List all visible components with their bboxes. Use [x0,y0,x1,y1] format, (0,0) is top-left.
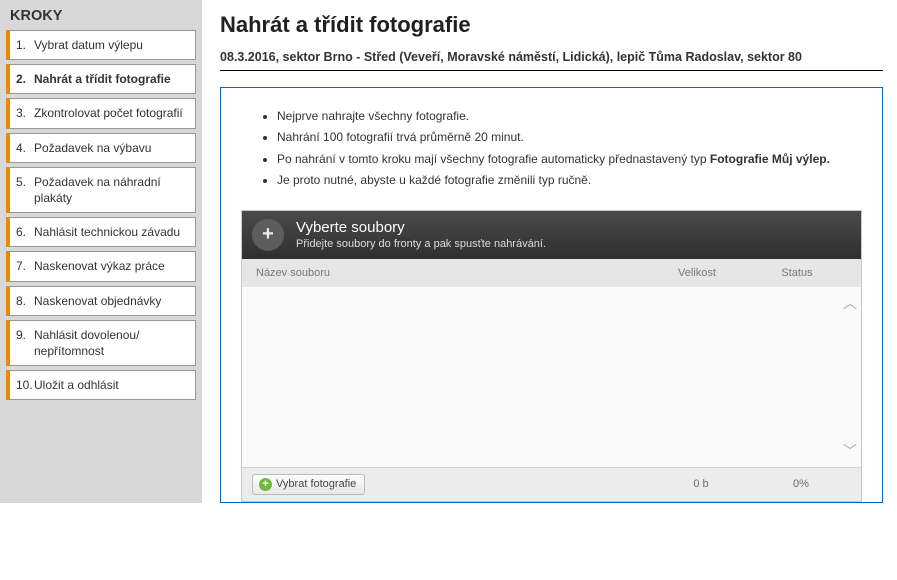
uploader-columns: Název souboru Velikost Status [242,259,861,287]
intro-list: Nejprve nahrajte všechny fotografie. Nah… [241,108,862,190]
main-content: Nahrát a třídit fotografie 08.3.2016, se… [202,0,897,503]
uploader-header-subtitle: Přidejte soubory do fronty a pak spusťte… [296,238,546,250]
sidebar-item-step-4[interactable]: 4. Požadavek na výbavu [6,133,196,163]
add-icon: + [259,478,272,491]
column-status: Status [747,267,847,279]
step-label: Uložit a odhlásit [34,377,119,393]
step-number: 6. [16,224,34,240]
sidebar-item-step-6[interactable]: 6. Nahlásit technickou závadu [6,217,196,247]
step-number: 9. [16,327,34,343]
sidebar-item-step-9[interactable]: 9. Nahlásit dovolenou/ nepřítomnost [6,320,196,366]
sidebar-item-step-2[interactable]: 2. Nahrát a třídit fotografie [6,64,196,94]
sidebar-item-step-5[interactable]: 5. Požadavek na náhradní plakáty [6,167,196,213]
step-number: 4. [16,140,34,156]
intro-item: Po nahrání v tomto kroku mají všechny fo… [277,151,862,168]
sidebar-item-step-7[interactable]: 7. Naskenovat výkaz práce [6,251,196,281]
scroll-down-icon[interactable]: ﹀ [843,441,857,461]
step-label: Nahlásit dovolenou/ nepřítomnost [34,327,189,359]
uploader-footer: + Vybrat fotografie 0 b 0% [242,467,861,501]
footer-total-size: 0 b [651,478,751,490]
uploader-header-title: Vyberte soubory [296,219,546,236]
page-title: Nahrát a třídit fotografie [220,12,883,38]
uploader: + Vyberte soubory Přidejte soubory do fr… [241,210,862,502]
step-number: 1. [16,37,34,53]
step-number: 3. [16,105,34,121]
step-label: Požadavek na náhradní plakáty [34,174,189,206]
footer-progress: 0% [751,478,851,490]
uploader-header[interactable]: + Vyberte soubory Přidejte soubory do fr… [242,211,861,259]
scroll-up-icon[interactable]: ︿ [843,293,857,313]
step-label: Vybrat datum výlepu [34,37,143,53]
column-size: Velikost [647,267,747,279]
step-label: Požadavek na výbavu [34,140,151,156]
intro-item: Je proto nutné, abyste u každé fotografi… [277,172,862,189]
steps-sidebar: KROKY 1. Vybrat datum výlepu 2. Nahrát a… [0,0,202,503]
step-number: 7. [16,258,34,274]
step-label: Naskenovat výkaz práce [34,258,165,274]
intro-item: Nahrání 100 fotografií trvá průměrně 20 … [277,129,862,146]
step-number: 8. [16,293,34,309]
column-filename: Název souboru [256,267,647,279]
sidebar-item-step-10[interactable]: 10. Uložit a odhlásit [6,370,196,400]
sidebar-item-step-8[interactable]: 8. Naskenovat objednávky [6,286,196,316]
step-label: Naskenovat objednávky [34,293,161,309]
step-label: Nahlásit technickou závadu [34,224,180,240]
sidebar-title: KROKY [6,4,196,30]
plus-icon: + [252,219,284,251]
step-number: 5. [16,174,34,190]
sidebar-item-step-3[interactable]: 3. Zkontrolovat počet fotografií [6,98,196,128]
step-number: 2. [16,71,34,87]
select-files-label: Vybrat fotografie [276,478,356,490]
select-files-button[interactable]: + Vybrat fotografie [252,474,365,495]
sidebar-item-step-1[interactable]: 1. Vybrat datum výlepu [6,30,196,60]
step-label: Zkontrolovat počet fotografií [34,105,183,121]
step-number: 10. [16,377,34,393]
content-box: Nejprve nahrajte všechny fotografie. Nah… [220,87,883,503]
intro-item: Nejprve nahrajte všechny fotografie. [277,108,862,125]
uploader-file-list[interactable]: ︿ ﹀ [242,287,861,467]
context-line: 08.3.2016, sektor Brno - Střed (Veveří, … [220,50,883,71]
step-label: Nahrát a třídit fotografie [34,71,171,87]
